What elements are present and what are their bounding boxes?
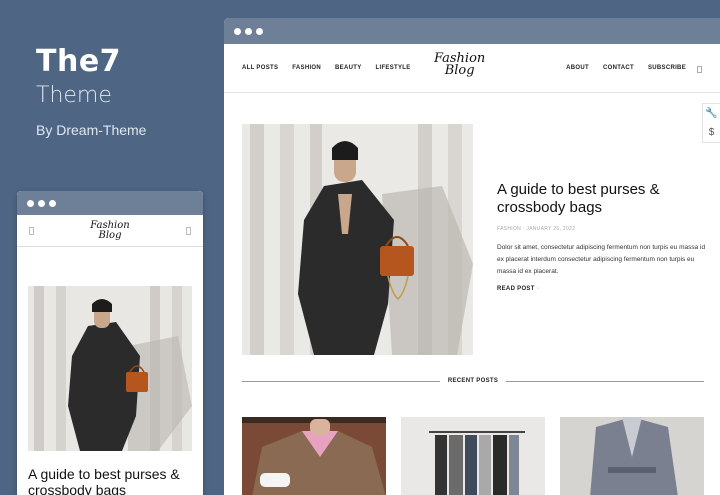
- mobile-header: Fashion Blog: [17, 215, 203, 247]
- brand-block: The7 Theme By Dream-Theme: [36, 44, 146, 138]
- post-excerpt: Dolor sit amet, consectetur adipiscing f…: [497, 244, 706, 275]
- desktop-preview-window: ALL POSTS FASHION BEAUTY LIFESTYLE Fashi…: [224, 18, 720, 495]
- nav-item-subscribe[interactable]: SUBSCRIBE: [648, 65, 686, 71]
- nav-item-all-posts[interactable]: ALL POSTS: [242, 65, 278, 71]
- brand-byline: By Dream-Theme: [36, 122, 147, 138]
- recent-post-thumb[interactable]: [401, 417, 545, 495]
- nav-left-group: ALL POSTS FASHION BEAUTY LIFESTYLE: [242, 65, 411, 71]
- nav-item-fashion[interactable]: FASHION: [292, 65, 321, 71]
- nav-item-beauty[interactable]: BEAUTY: [335, 65, 361, 71]
- recent-post-thumb[interactable]: [242, 417, 386, 495]
- desktop-navbar: ALL POSTS FASHION BEAUTY LIFESTYLE Fashi…: [224, 44, 720, 93]
- nav-right-group: ABOUT CONTACT SUBSCRIBE: [566, 65, 686, 71]
- recent-posts-divider: RECENT POSTS: [242, 378, 704, 384]
- logo-line2: Blog: [98, 229, 122, 241]
- nav-item-lifestyle[interactable]: LIFESTYLE: [376, 65, 411, 71]
- post-title[interactable]: A guide to best purses & crossbody bags: [497, 181, 697, 217]
- wrench-icon[interactable]: 🔧: [703, 104, 720, 123]
- read-post-label: READ POST: [497, 286, 535, 292]
- window-dot-icon: [256, 27, 263, 35]
- menu-icon[interactable]: [29, 226, 34, 235]
- post-meta: FASHION · JANUARY 26, 2022: [497, 226, 576, 232]
- recent-posts-label: RECENT POSTS: [447, 378, 499, 384]
- mobile-window-bar: [17, 191, 203, 215]
- window-dot-icon: [27, 199, 34, 207]
- window-dot-icon: [234, 27, 241, 35]
- logo-line1: Fashion: [90, 219, 130, 231]
- brand-name: The7: [36, 44, 122, 79]
- divider-line: [242, 380, 440, 382]
- mobile-hero-photo[interactable]: [28, 286, 192, 451]
- hero-photo[interactable]: [242, 124, 473, 355]
- mobile-preview-window: Fashion Blog A guide to best purses & cr…: [17, 191, 203, 495]
- window-dot-icon: [38, 199, 45, 207]
- dollar-icon[interactable]: $: [703, 123, 720, 142]
- side-toolbar: 🔧 $: [702, 103, 720, 143]
- divider-line: [506, 380, 704, 382]
- nav-item-about[interactable]: ABOUT: [566, 65, 589, 71]
- read-post-link[interactable]: READ POST ▫: [497, 286, 539, 292]
- logo-line2: Blog: [444, 63, 475, 78]
- desktop-window-bar: [224, 18, 720, 44]
- window-dot-icon: [245, 27, 252, 35]
- search-icon[interactable]: [185, 226, 191, 235]
- mobile-logo[interactable]: Fashion Blog: [90, 219, 130, 241]
- window-dot-icon: [49, 199, 56, 207]
- search-icon[interactable]: [697, 66, 702, 73]
- brand-subtitle: Theme: [36, 83, 112, 108]
- mobile-post-title[interactable]: A guide to best purses & crossbody bags: [28, 466, 198, 495]
- arrow-right-icon: ▫: [536, 286, 540, 292]
- recent-post-thumb[interactable]: [560, 417, 704, 495]
- nav-item-contact[interactable]: CONTACT: [603, 65, 634, 71]
- desktop-logo[interactable]: Fashion Blog: [434, 52, 485, 78]
